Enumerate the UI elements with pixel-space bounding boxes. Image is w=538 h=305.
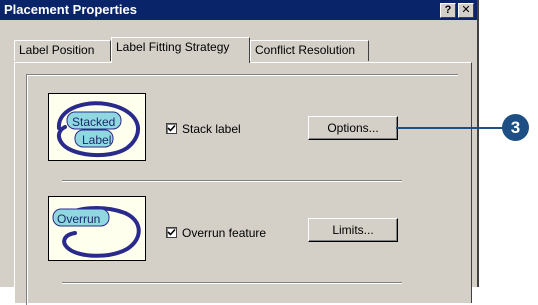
window-title: Placement Properties	[4, 2, 137, 17]
limits-button[interactable]: Limits...	[308, 218, 398, 242]
callout-leader-line	[396, 127, 514, 129]
stacked-label-preview: Stacked Label	[48, 93, 146, 161]
step-number-badge: 3	[502, 114, 529, 141]
separator	[62, 282, 402, 284]
stack-label-text: Stack label	[182, 122, 241, 136]
help-button[interactable]: ?	[440, 3, 456, 18]
placement-properties-dialog: Placement Properties ? ✕ Label Position …	[0, 0, 479, 305]
checkmark-icon	[167, 124, 176, 132]
overrun-diagram	[52, 206, 141, 258]
tab-label-position[interactable]: Label Position	[14, 40, 111, 61]
stack-label-checkbox[interactable]	[166, 123, 177, 134]
overrun-feature-checkbox[interactable]	[166, 227, 177, 238]
preview-text-overrun: Overrun	[57, 212, 101, 226]
options-button[interactable]: Options...	[308, 116, 398, 140]
preview-text-label: Label	[82, 133, 112, 147]
preview-text-stacked: Stacked	[72, 115, 116, 129]
tab-label-fitting-strategy[interactable]: Label Fitting Strategy	[111, 37, 250, 63]
title-bar[interactable]: Placement Properties ? ✕	[0, 0, 477, 20]
tab-conflict-resolution[interactable]: Conflict Resolution	[250, 40, 369, 61]
checkmark-icon	[167, 228, 176, 236]
overrun-preview: Overrun	[48, 196, 146, 261]
overrun-feature-text: Overrun feature	[182, 226, 267, 240]
separator	[62, 180, 402, 182]
close-button[interactable]: ✕	[458, 3, 474, 18]
